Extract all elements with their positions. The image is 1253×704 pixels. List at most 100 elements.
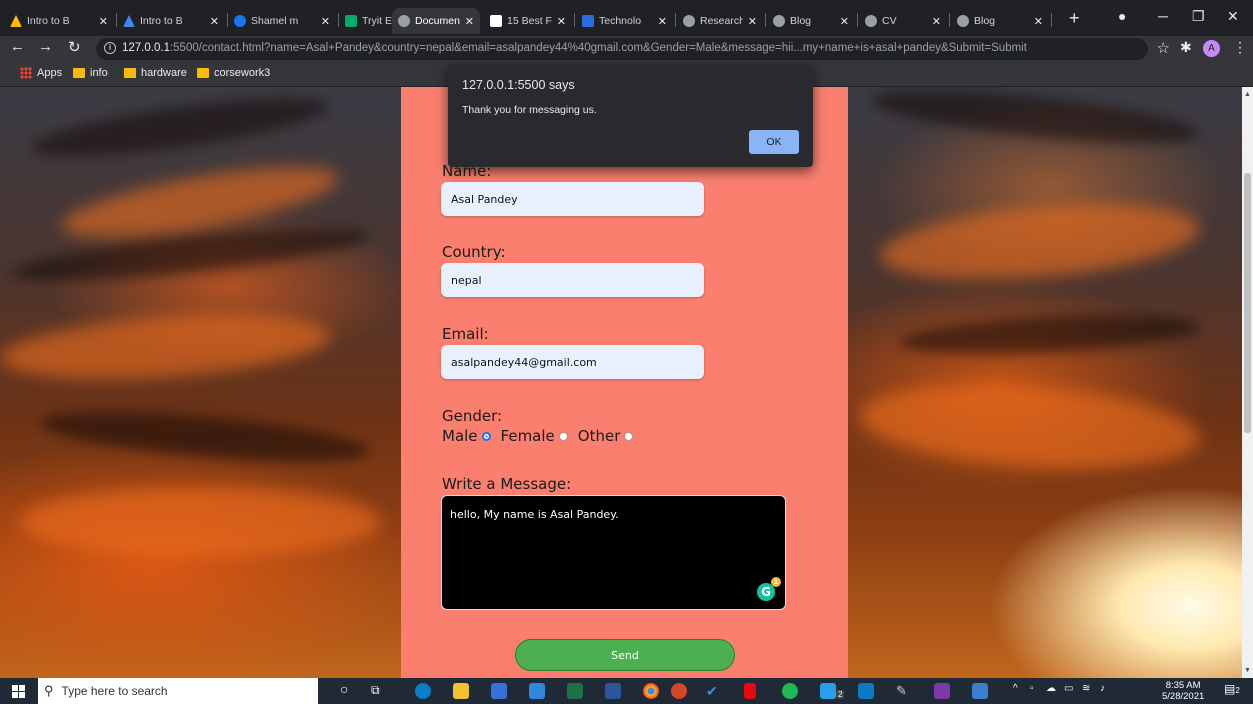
scroll-up-icon[interactable]: ▲ <box>1244 91 1251 98</box>
battery-icon[interactable]: ▭ <box>1064 683 1073 694</box>
tray-device-icon[interactable]: ▫ <box>1030 683 1034 694</box>
vscode-icon[interactable] <box>858 683 874 699</box>
message-textarea[interactable]: hello, My name is Asal Pandey. G1 <box>441 495 786 610</box>
windows-taskbar: ⚲ Type here to search ○ ⧉ ✔ 2 ✎ ^ ▫ ☁ ▭ … <box>0 678 1253 704</box>
ok-button[interactable]: OK <box>749 130 799 154</box>
cloud-shadow <box>28 87 332 168</box>
bookmark-hardware[interactable]: hardware <box>124 67 187 79</box>
volume-icon[interactable]: ♪ <box>1100 683 1105 694</box>
globe-icon <box>957 15 969 27</box>
close-tab-icon[interactable]: ✕ <box>321 15 330 28</box>
tab-label: Blog <box>974 15 996 27</box>
store-icon[interactable] <box>491 683 507 699</box>
taskbar-clock[interactable]: 8:35 AM 5/28/2021 <box>1162 680 1204 702</box>
close-tab-icon[interactable]: ✕ <box>210 15 219 28</box>
gender-radio-other[interactable] <box>624 431 634 441</box>
tab-9[interactable]: CV ✕ <box>859 8 947 34</box>
send-button[interactable]: Send <box>515 639 735 671</box>
word-icon[interactable] <box>605 683 621 699</box>
clock-date: 5/28/2021 <box>1162 691 1205 702</box>
message-text: hello, My name is Asal Pandey. <box>450 508 619 521</box>
taskbar-search-box[interactable]: ⚲ Type here to search <box>38 678 318 704</box>
site-info-icon[interactable]: i <box>104 42 116 54</box>
close-tab-icon[interactable]: ✕ <box>748 15 757 28</box>
globe-icon <box>398 15 410 27</box>
close-tab-icon[interactable]: ✕ <box>99 15 108 28</box>
onedrive-icon[interactable]: ☁ <box>1046 683 1056 694</box>
bookmark-info[interactable]: info <box>73 67 108 79</box>
minimize-icon[interactable]: ─ <box>1158 8 1168 24</box>
excel-icon[interactable] <box>567 683 583 699</box>
close-tab-icon[interactable]: ✕ <box>932 15 941 28</box>
app-icon[interactable] <box>820 683 836 699</box>
tab-4-active[interactable]: Documen ✕ <box>392 8 480 34</box>
alert-dialog: 127.0.0.1:5500 says Thank you for messag… <box>448 64 813 167</box>
chrome-icon[interactable] <box>643 683 659 699</box>
search-icon: ⚲ <box>44 683 54 698</box>
tray-chevron-icon[interactable]: ^ <box>1013 683 1018 694</box>
windows-start-icon[interactable] <box>12 685 25 698</box>
close-tab-icon[interactable]: ✕ <box>465 15 474 28</box>
notification-count: 2 <box>1235 686 1240 695</box>
todo-check-icon[interactable]: ✔ <box>706 683 722 699</box>
grammarly-icon[interactable]: G1 <box>757 577 781 601</box>
email-input[interactable]: asalpandey44@gmail.com <box>441 345 704 379</box>
close-tab-icon[interactable]: ✕ <box>658 15 667 28</box>
tab-2[interactable]: Shamel m ✕ <box>228 8 336 34</box>
close-tab-icon[interactable]: ✕ <box>1034 15 1043 28</box>
task-view-icon[interactable]: ⧉ <box>371 683 380 698</box>
mail-icon[interactable] <box>529 683 545 699</box>
tab-search-icon[interactable]: ● <box>1118 8 1126 24</box>
forward-icon[interactable]: → <box>38 38 53 55</box>
cloud-glow <box>20 487 380 557</box>
tab-10[interactable]: Blog ✕ <box>951 8 1049 34</box>
cloud-glow <box>877 193 1203 291</box>
menu-kebab-icon[interactable]: ⋮ <box>1233 39 1247 56</box>
gender-option-male-label: Male <box>442 427 478 445</box>
country-input[interactable]: nepal <box>441 263 704 297</box>
gender-radio-female[interactable] <box>558 431 568 441</box>
bookmark-corsework3[interactable]: corsework3 <box>197 67 270 79</box>
bookmark-star-icon[interactable]: ☆ <box>1157 39 1170 57</box>
address-bar[interactable]: i 127.0.0.1:5500/contact.html?name=Asal+… <box>96 38 1170 60</box>
edge-icon[interactable] <box>415 683 431 699</box>
new-tab-icon[interactable]: + <box>1069 8 1080 29</box>
photos-icon[interactable] <box>972 683 988 699</box>
name-input[interactable]: Asal Pandey <box>441 182 704 216</box>
gender-radio-male[interactable] <box>481 431 491 441</box>
close-tab-icon[interactable]: ✕ <box>557 15 566 28</box>
tab-label: 15 Best F <box>507 15 552 27</box>
cortana-icon[interactable]: ○ <box>340 681 348 697</box>
maximize-icon[interactable]: ❐ <box>1192 8 1205 25</box>
google-drive-icon <box>123 15 135 27</box>
wifi-icon[interactable]: ≋ <box>1082 683 1090 694</box>
site-icon <box>582 15 594 27</box>
tab-1[interactable]: Intro to B ✕ <box>117 8 225 34</box>
clock-time: 8:35 AM <box>1165 680 1201 691</box>
extensions-puzzle-icon[interactable]: ✱ <box>1180 39 1192 56</box>
file-explorer-icon[interactable] <box>453 683 469 699</box>
tab-8[interactable]: Blog ✕ <box>767 8 855 34</box>
close-tab-icon[interactable]: ✕ <box>840 15 849 28</box>
bookmark-apps[interactable]: Apps <box>20 67 62 79</box>
profile-avatar[interactable]: A <box>1203 40 1220 57</box>
url-text[interactable]: 127.0.0.1:5500/contact.html?name=Asal+Pa… <box>122 42 1122 54</box>
tab-6[interactable]: Technolo ✕ <box>576 8 673 34</box>
powerpoint-icon[interactable] <box>671 683 687 699</box>
page-scrollbar[interactable]: ▲ ▼ <box>1242 87 1253 678</box>
spotify-icon[interactable] <box>782 683 798 699</box>
netflix-icon[interactable] <box>744 683 756 699</box>
tab-7[interactable]: Research ✕ <box>677 8 763 34</box>
notifications-icon[interactable]: ▤2 <box>1224 682 1240 696</box>
scroll-down-icon[interactable]: ▼ <box>1244 667 1251 674</box>
cloud-shadow <box>868 87 1202 155</box>
close-window-icon[interactable]: ✕ <box>1227 8 1239 25</box>
tab-5[interactable]: 15 Best F ✕ <box>484 8 572 34</box>
tab-0[interactable]: Intro to B ✕ <box>4 8 114 34</box>
back-icon[interactable]: ← <box>10 38 25 55</box>
notepad-icon[interactable]: ✎ <box>896 683 912 699</box>
onenote-icon[interactable] <box>934 683 950 699</box>
reload-icon[interactable]: ↻ <box>68 38 81 56</box>
scrollbar-thumb[interactable] <box>1244 173 1251 433</box>
globe-icon <box>683 15 695 27</box>
